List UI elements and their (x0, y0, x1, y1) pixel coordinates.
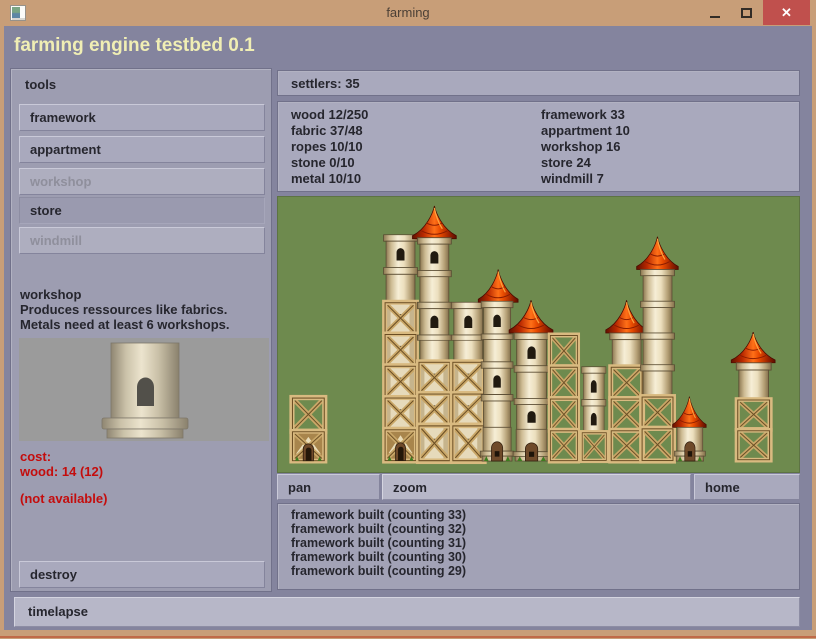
log-entry: framework built (counting 29) (291, 564, 799, 578)
maximize-icon (741, 8, 752, 18)
resource-item: ropes 10/10 (291, 139, 368, 155)
resource-list: wood 12/250 fabric 37/48 ropes 10/10 sto… (291, 107, 368, 187)
tools-panel: tools framework appartment workshop stor… (10, 68, 272, 592)
log-entry: framework built (counting 33) (291, 508, 799, 522)
tool-button-appartment[interactable]: appartment (19, 136, 265, 163)
settlers-count: settlers: 35 (291, 76, 360, 91)
page-title: farming engine testbed 0.1 (14, 35, 255, 57)
building-count-item: workshop 16 (541, 139, 630, 155)
minimize-button[interactable] (699, 0, 730, 25)
building-count-item: framework 33 (541, 107, 630, 123)
close-button[interactable]: ✕ (763, 0, 810, 25)
zoom-button[interactable]: zoom (382, 474, 691, 500)
window-bottom-edge (0, 636, 816, 638)
titlebar[interactable]: farming ✕ (0, 0, 816, 26)
building-count-item: appartment 10 (541, 123, 630, 139)
pan-button[interactable]: pan (277, 474, 380, 500)
log-entry: framework built (counting 31) (291, 536, 799, 550)
availability-status: (not available) (20, 491, 107, 506)
resource-item: fabric 37/48 (291, 123, 368, 139)
building-description-title: workshop (20, 287, 81, 302)
building-description-line: Metals need at least 6 workshops. (20, 317, 230, 332)
building-preview-image (19, 338, 269, 441)
tool-button-store[interactable]: store (19, 197, 265, 224)
game-scene (278, 197, 799, 472)
tools-label: tools (25, 77, 56, 92)
cost-wood: wood: 14 (12) (20, 464, 103, 479)
maximize-button[interactable] (731, 0, 762, 25)
resource-item: metal 10/10 (291, 171, 368, 187)
app-window: farming ✕ farming engine testbed 0.1 too… (0, 0, 816, 639)
resource-item: stone 0/10 (291, 155, 368, 171)
resource-item: wood 12/250 (291, 107, 368, 123)
building-preview (19, 338, 269, 441)
destroy-button[interactable]: destroy (19, 561, 265, 588)
resources-panel: wood 12/250 fabric 37/48 ropes 10/10 sto… (277, 101, 800, 192)
building-count-list: framework 33 appartment 10 workshop 16 s… (541, 107, 630, 187)
log-entry: framework built (counting 30) (291, 550, 799, 564)
window-title: farming (0, 5, 816, 20)
building-count-item: windmill 7 (541, 171, 630, 187)
game-viewport[interactable] (277, 196, 800, 473)
tool-button-windmill[interactable]: windmill (19, 227, 265, 254)
log-panel: framework built (counting 33) framework … (277, 503, 800, 590)
tool-button-workshop[interactable]: workshop (19, 168, 265, 195)
home-button[interactable]: home (694, 474, 800, 500)
building-count-item: store 24 (541, 155, 630, 171)
log-entry: framework built (counting 32) (291, 522, 799, 536)
settlers-bar: settlers: 35 (277, 70, 800, 96)
building-description-line: Produces ressources like fabrics. (20, 302, 227, 317)
tool-button-framework[interactable]: framework (19, 104, 265, 131)
timelapse-button[interactable]: timelapse (14, 597, 800, 627)
close-icon: ✕ (781, 5, 792, 21)
cost-label: cost: (20, 449, 51, 464)
main-content: farming engine testbed 0.1 tools framewo… (4, 26, 812, 630)
minimize-icon (710, 16, 720, 18)
